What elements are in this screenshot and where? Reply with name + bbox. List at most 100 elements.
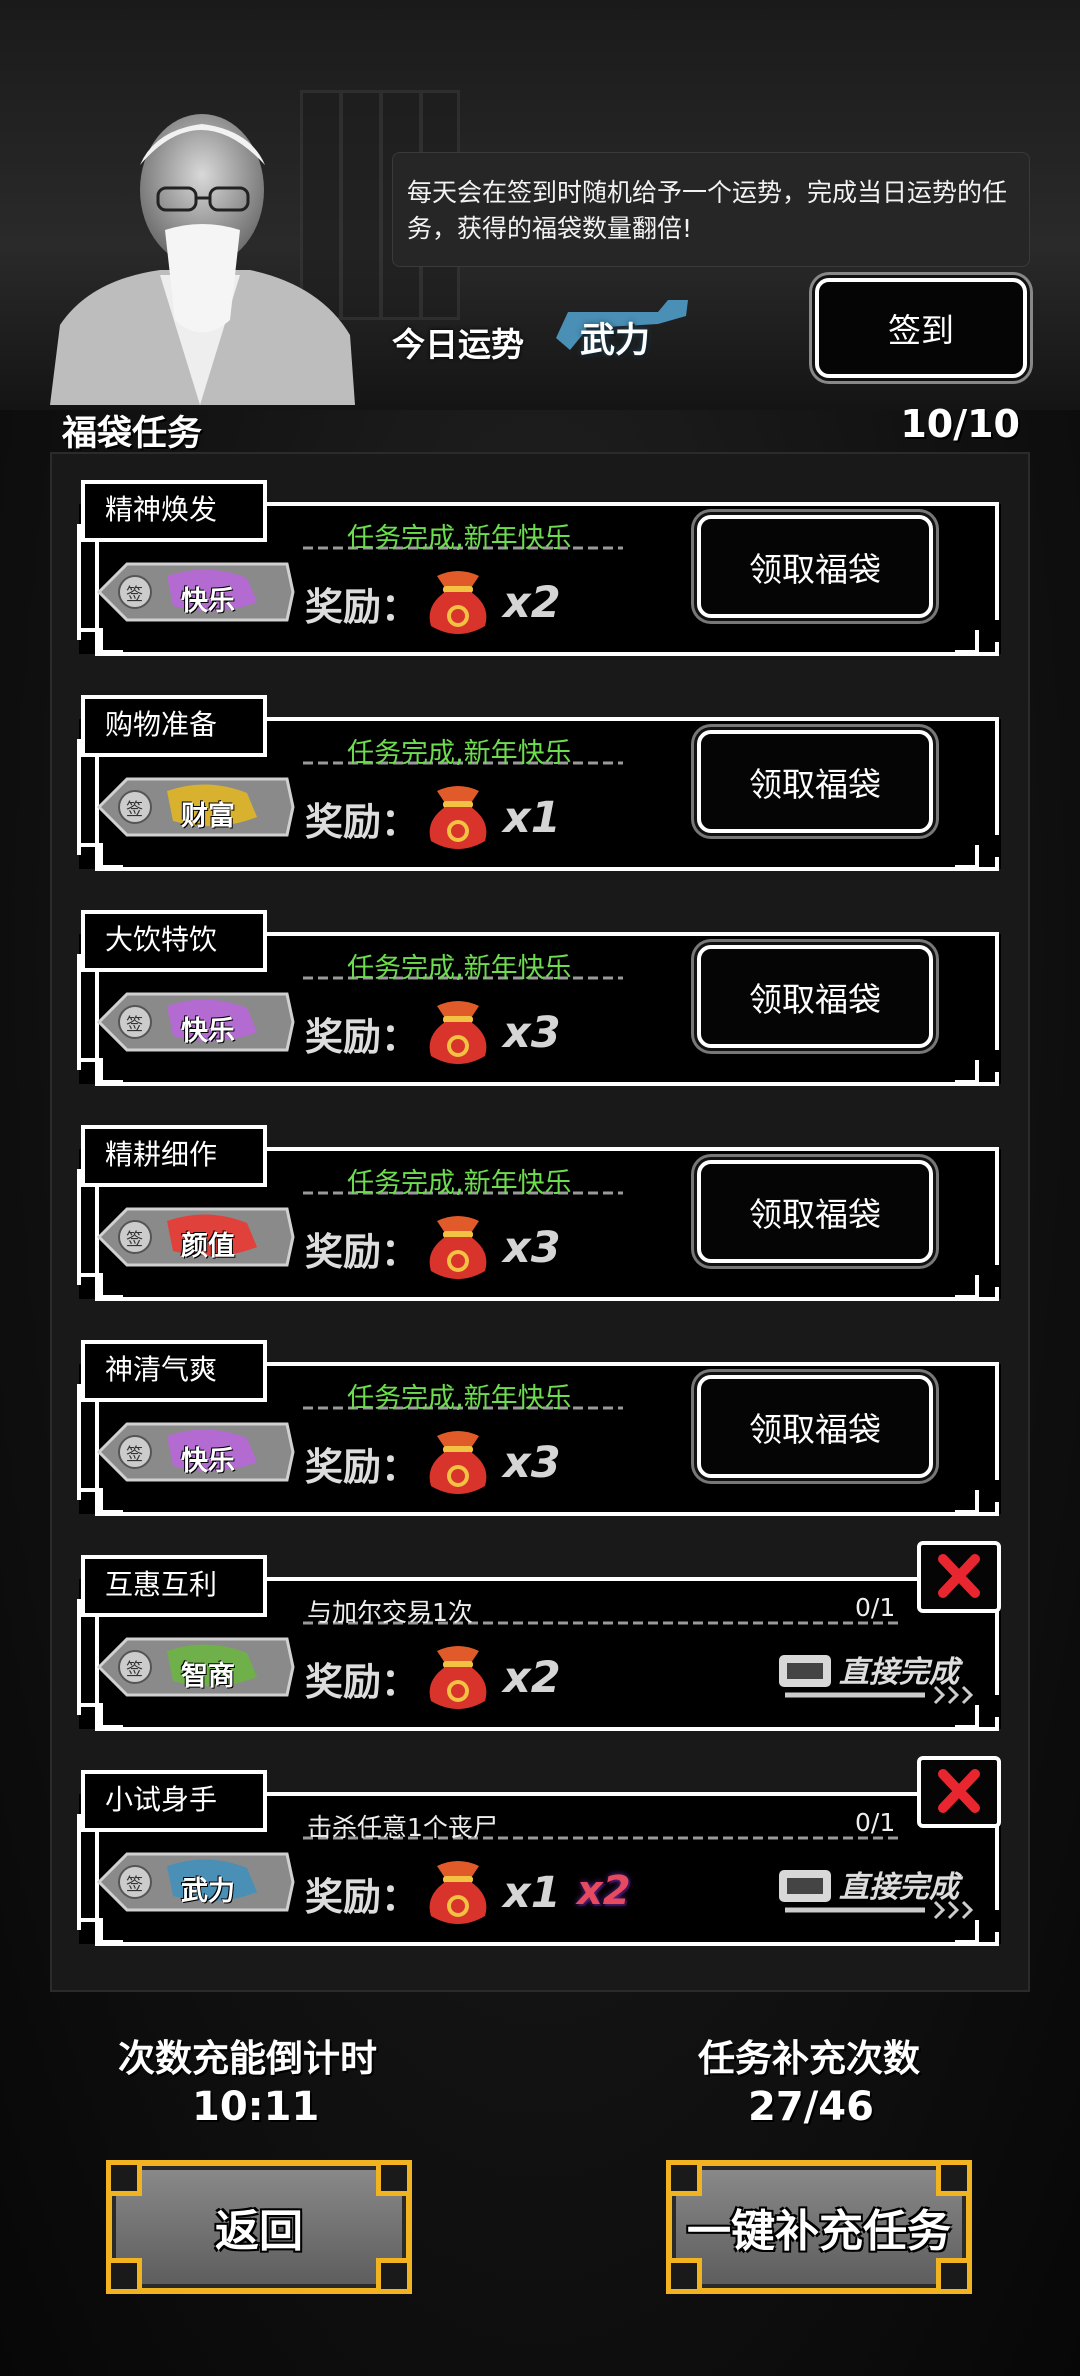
lucky-bag-icon [429,1861,487,1924]
screen: { "header": { "description": "每天会在签到时随机给… [0,0,1080,2376]
header: 每天会在签到时随机给予一个运势，完成当日运势的任务，获得的福袋数量翻倍! 今日运… [0,0,1080,410]
task-card: 精神焕发任务完成,新年快乐 签 快乐 奖励： x2 领取福袋 [75,480,1005,658]
section-title: 福袋任务 [62,414,203,454]
claim-bag-button[interactable]: 领取福袋 [697,1160,933,1263]
task-name: 互惠互利 [105,1568,218,1601]
task-card: 精耕细作任务完成,新年快乐 签 颜值 奖励： x3 领取福袋 [75,1125,1005,1303]
reward-multiplier: x2 [503,1653,561,1703]
close-icon [938,1769,980,1813]
direct-complete-label: 直接完成 [839,1655,959,1690]
task-name: 精耕细作 [105,1138,218,1171]
task-goal: 击杀任意1个丧尸 [307,1813,498,1842]
task-name: 购物准备 [105,708,218,741]
close-button[interactable] [917,1756,1001,1828]
countdown-value: 10:11 [192,2084,320,2130]
task-goal: 与加尔交易1次 [307,1598,473,1627]
bonus-multiplier: x2 [577,1868,631,1914]
corner-ornament [106,2258,142,2294]
back-button[interactable]: 返回 [106,2160,412,2294]
direct-complete-button[interactable]: 直接完成 [775,1647,975,1707]
task-status: 任务完成,新年快乐 [347,523,572,554]
claim-bag-button[interactable]: 领取福袋 [697,945,933,1048]
back-button-label: 返回 [215,2206,303,2257]
old-man-portrait [50,114,355,405]
task-card: 小试身手 击杀任意1个丧尸 0/1 签 武力 奖励： x1 x2 直接完成 [75,1756,1005,1948]
task-status: 任务完成,新年快乐 [347,953,572,984]
reward-label: 奖励： [305,1445,420,1489]
task-status: 任务完成,新年快乐 [347,1168,572,1199]
task-status: 任务完成,新年快乐 [347,1383,572,1414]
reward-label: 奖励： [305,1875,420,1919]
corner-ornament [666,2160,702,2196]
task-status: 任务完成,新年快乐 [347,738,572,769]
tag-label: 快乐 [181,1016,235,1047]
lucky-bag-icon [429,1216,487,1279]
tag-label: 财富 [181,801,235,832]
claim-bag-button[interactable]: 领取福袋 [697,515,933,618]
section-count: 10/10 [900,402,1020,446]
task-name: 小试身手 [105,1783,218,1816]
claim-bag-button[interactable]: 领取福袋 [697,730,933,833]
tag-prefix: 签 [126,1660,143,1680]
fortune-tag: 签 智商 [96,1635,297,1699]
fortune-value: 武力 [580,321,651,361]
lucky-bag-icon [429,786,487,849]
close-button[interactable] [917,1541,1001,1613]
fortune-tag: 签 快乐 [96,990,297,1054]
fortune-tag: 签 武力 [96,1850,297,1914]
reward-label: 奖励： [305,1230,420,1274]
reward-multiplier: x2 [503,578,561,628]
lucky-bag-icon [429,1001,487,1064]
reward-label: 奖励： [305,1660,420,1704]
fortune-tag: 签 颜值 [96,1205,297,1269]
refill-tasks-button-label: 一键补充任务 [687,2206,951,2257]
tag-label: 快乐 [181,586,235,617]
fortune-label: 今日运势 [392,325,524,364]
tag-prefix: 签 [126,1445,143,1465]
task-progress: 0/1 [855,1593,896,1622]
corner-ornament [106,2160,142,2196]
tag-prefix: 签 [126,1015,143,1035]
task-card: 神清气爽任务完成,新年快乐 签 快乐 奖励： x3 领取福袋 [75,1340,1005,1518]
task-card: 大饮特饮 任务完成,新年快乐 签 快乐 奖励： x3 领取福袋 [75,910,1005,1088]
task-name: 大饮特饮 [105,923,218,956]
lucky-bag-icon [429,1431,487,1494]
claim-bag-button[interactable]: 领取福袋 [697,1375,933,1478]
corner-ornament [936,2258,972,2294]
signin-button[interactable]: 签到 [815,278,1027,378]
tag-prefix: 签 [126,800,143,820]
reward-multiplier: x3 [503,1223,561,1273]
corner-ornament [376,2258,412,2294]
task-name: 神清气爽 [105,1353,218,1386]
fortune-badge: 武力 [548,290,693,361]
tag-prefix: 签 [126,1230,143,1250]
lucky-bag-icon [429,571,487,634]
reward-multiplier: x3 [503,1438,561,1488]
refill-tasks-button[interactable]: 一键补充任务 [666,2160,972,2294]
corner-ornament [936,2160,972,2196]
direct-complete-button[interactable]: 直接完成 [775,1862,975,1922]
tag-label: 武力 [181,1876,235,1907]
corner-ornament [376,2160,412,2196]
reward-label: 奖励： [305,1015,420,1059]
description-bubble: 每天会在签到时随机给予一个运势，完成当日运势的任务，获得的福袋数量翻倍! [392,152,1030,267]
direct-complete-label: 直接完成 [839,1870,959,1905]
fortune-tag: 签 快乐 [96,560,297,624]
corner-ornament [666,2258,702,2294]
tag-prefix: 签 [126,585,143,605]
reward-multiplier: x1 [503,793,561,843]
tag-prefix: 签 [126,1875,143,1895]
tag-label: 智商 [181,1661,235,1692]
reward-label: 奖励： [305,800,420,844]
reward-label: 奖励： [305,585,420,629]
fortune-tag: 签 财富 [96,775,297,839]
task-card: 购物准备任务完成,新年快乐 签 财富 奖励： x1 领取福袋 [75,695,1005,873]
refill-count-value: 27/46 [748,2084,874,2130]
countdown-label: 次数充能倒计时 [118,2037,377,2080]
task-card: 互惠互利 与加尔交易1次 0/1 签 智商 奖励： x2 直接完成 [75,1541,1005,1733]
task-name: 精神焕发 [105,493,218,526]
task-progress: 0/1 [855,1808,896,1837]
tag-label: 快乐 [181,1446,235,1477]
reward-multiplier: x1 [503,1868,561,1918]
lucky-bag-icon [429,1646,487,1709]
